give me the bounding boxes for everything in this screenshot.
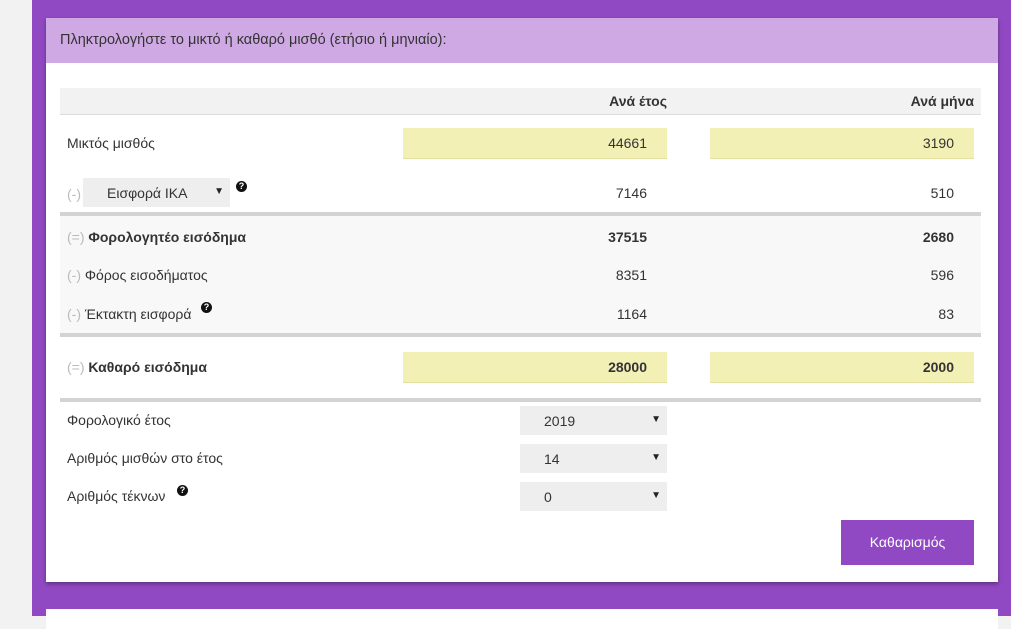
question-circle-icon[interactable]: ? bbox=[236, 181, 247, 192]
children-label: Αριθμός τέκνων bbox=[67, 488, 166, 504]
income-tax-sign: (-) bbox=[67, 267, 81, 283]
income-tax-label: (-) Φόρος εισοδήματος bbox=[67, 267, 208, 283]
separator bbox=[60, 333, 981, 337]
net-income-month-input[interactable]: 2000 bbox=[710, 352, 974, 383]
caret-down-icon: ▼ bbox=[651, 414, 661, 425]
column-header-year: Ανά έτος bbox=[609, 93, 667, 109]
question-circle-icon[interactable]: ? bbox=[177, 485, 188, 496]
children-value: 0 bbox=[544, 489, 552, 505]
caret-down-icon: ▼ bbox=[651, 490, 661, 501]
separator bbox=[60, 398, 981, 402]
gross-salary-month-input[interactable]: 3190 bbox=[710, 128, 974, 159]
caret-down-icon: ▼ bbox=[651, 452, 661, 463]
income-tax-month-value: 596 bbox=[930, 267, 954, 283]
ika-sign: (-) bbox=[67, 186, 81, 202]
tax-year-label: Φορολογικό έτος bbox=[67, 412, 171, 428]
question-circle-icon[interactable]: ? bbox=[201, 302, 212, 313]
special-contribution-label: (-) Έκτακτη εισφορά bbox=[67, 306, 191, 322]
next-card bbox=[46, 609, 998, 629]
calculator-card: Πληκτρολογήστε το μικτό ή καθαρό μισθό (… bbox=[46, 18, 998, 582]
taxable-income-label: (=) Φορολογητέο εισόδημα bbox=[67, 229, 246, 245]
caret-down-icon: ▼ bbox=[214, 186, 224, 197]
special-text: Έκτακτη εισφορά bbox=[84, 306, 192, 322]
ika-select-value: Εισφορά ΙΚΑ bbox=[107, 185, 188, 201]
income-tax-text: Φόρος εισοδήματος bbox=[84, 267, 208, 283]
net-sign: (=) bbox=[67, 359, 85, 375]
ika-year-value: 7146 bbox=[615, 185, 647, 201]
table-header: Ανά έτος Ανά μήνα bbox=[60, 88, 981, 115]
special-sign: (-) bbox=[67, 306, 81, 322]
tax-year-select[interactable]: 2019 ▼ bbox=[520, 406, 667, 435]
gross-salary-year-input[interactable]: 44661 bbox=[403, 128, 667, 159]
taxable-month-value: 2680 bbox=[922, 229, 954, 245]
children-select[interactable]: 0 ▼ bbox=[520, 482, 667, 511]
tax-year-value: 2019 bbox=[544, 413, 576, 429]
gross-salary-label: Μικτός μισθός bbox=[67, 135, 155, 151]
salaries-per-year-value: 14 bbox=[544, 451, 560, 467]
ika-month-value: 510 bbox=[930, 185, 954, 201]
taxable-sign: (=) bbox=[67, 229, 85, 245]
column-header-month: Ανά μήνα bbox=[910, 93, 974, 109]
taxable-text: Φορολογητέο εισόδημα bbox=[88, 229, 247, 245]
special-year-value: 1164 bbox=[616, 306, 647, 322]
card-header: Πληκτρολογήστε το μικτό ή καθαρό μισθό (… bbox=[46, 18, 998, 63]
clear-button[interactable]: Καθαρισμός bbox=[841, 520, 974, 565]
net-text: Καθαρό εισόδημα bbox=[88, 359, 207, 375]
salaries-per-year-label: Αριθμός μισθών στο έτος bbox=[67, 450, 223, 466]
taxable-year-value: 37515 bbox=[608, 229, 647, 245]
net-income-label: (=) Καθαρό εισόδημα bbox=[67, 359, 207, 375]
special-month-value: 83 bbox=[938, 306, 954, 322]
page-left-gutter bbox=[0, 0, 32, 616]
net-income-year-input[interactable]: 28000 bbox=[403, 352, 667, 383]
ika-select[interactable]: Εισφορά ΙΚΑ ▼ bbox=[83, 178, 230, 207]
salaries-per-year-select[interactable]: 14 ▼ bbox=[520, 444, 667, 473]
income-tax-year-value: 8351 bbox=[615, 267, 647, 283]
